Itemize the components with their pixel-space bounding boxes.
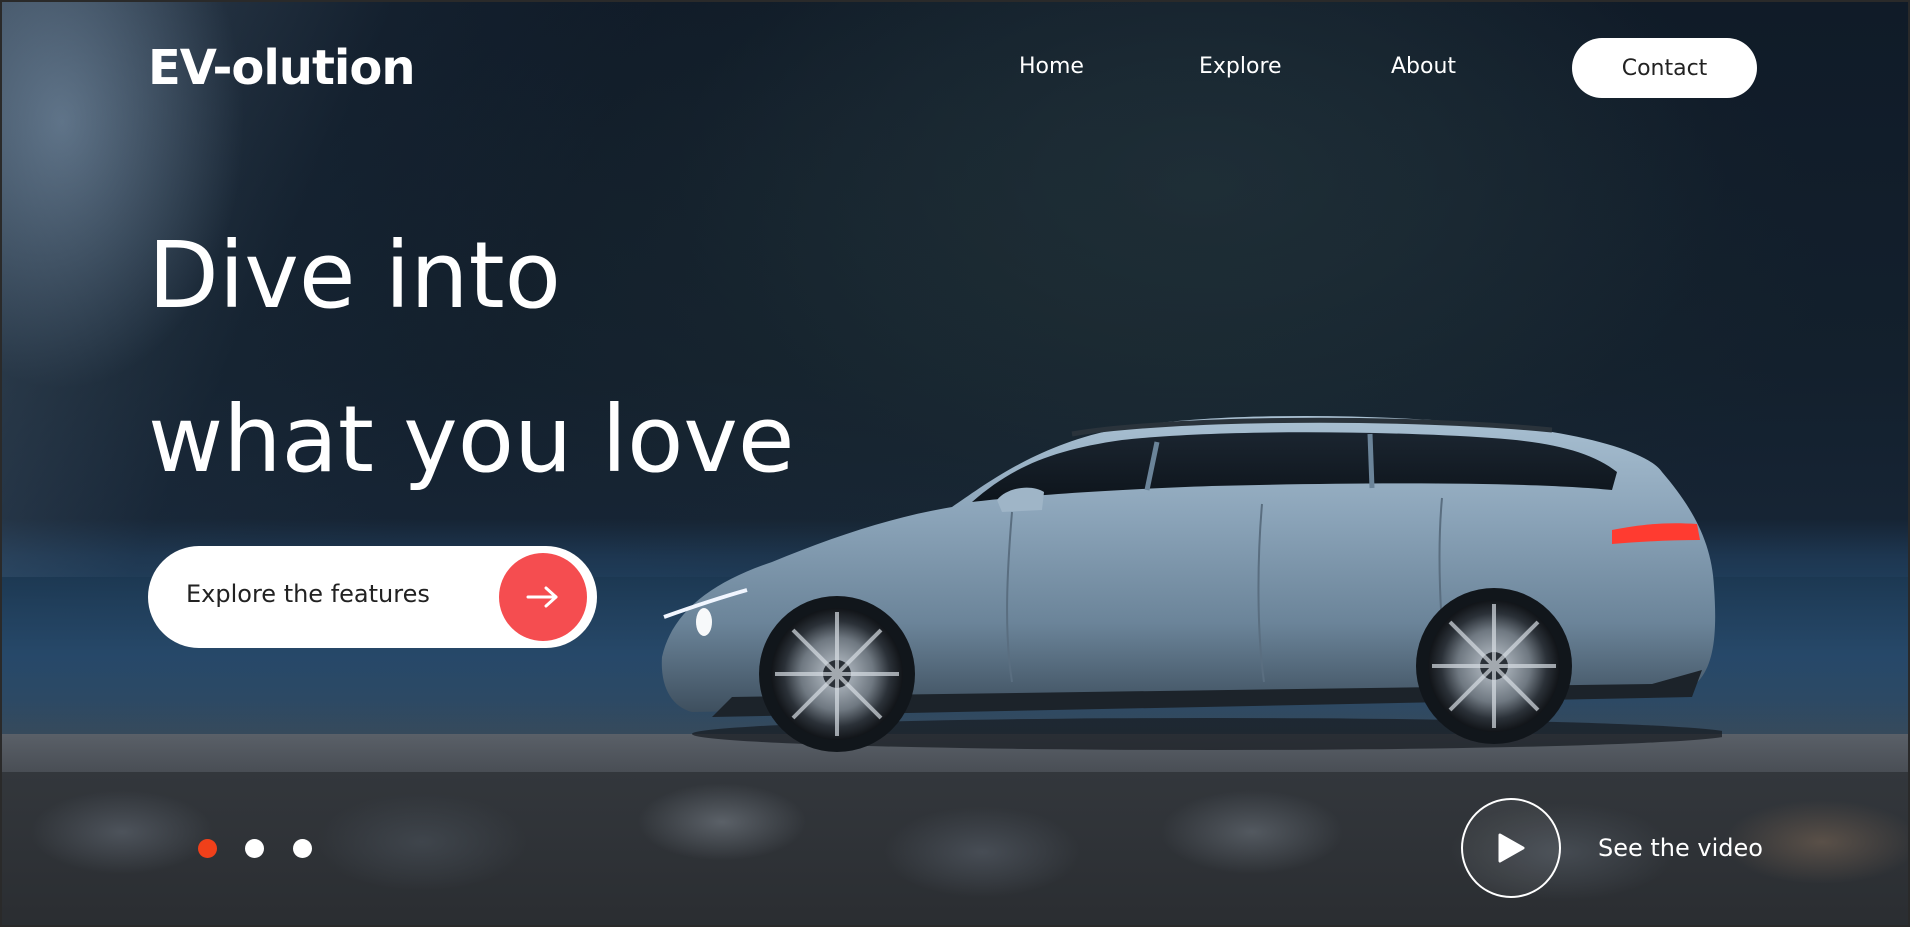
nav-link-about[interactable]: About (1391, 54, 1456, 79)
headline-line-1: Dive into (148, 222, 561, 329)
hero-section: EV-olution Home Explore About Contact Di… (0, 0, 1910, 927)
slider-dot-1[interactable] (198, 839, 217, 858)
play-icon (1498, 833, 1525, 863)
play-video-button[interactable] (1461, 798, 1561, 898)
see-video-link[interactable]: See the video (1598, 834, 1763, 862)
slider-dot-3[interactable] (293, 839, 312, 858)
explore-features-button[interactable]: Explore the features (148, 546, 597, 648)
nav-link-explore[interactable]: Explore (1199, 54, 1282, 79)
arrow-right-icon[interactable] (499, 553, 587, 641)
explore-features-label: Explore the features (186, 580, 430, 608)
nav-link-home[interactable]: Home (1019, 54, 1084, 79)
main-nav: Home Explore About Contact (2, 38, 1908, 98)
car-image (661, 415, 1722, 752)
slider-dot-2[interactable] (245, 839, 264, 858)
headline-line-2: what you love (148, 386, 795, 493)
hero-headline: Dive into what you love (148, 194, 794, 522)
contact-button[interactable]: Contact (1572, 38, 1757, 98)
